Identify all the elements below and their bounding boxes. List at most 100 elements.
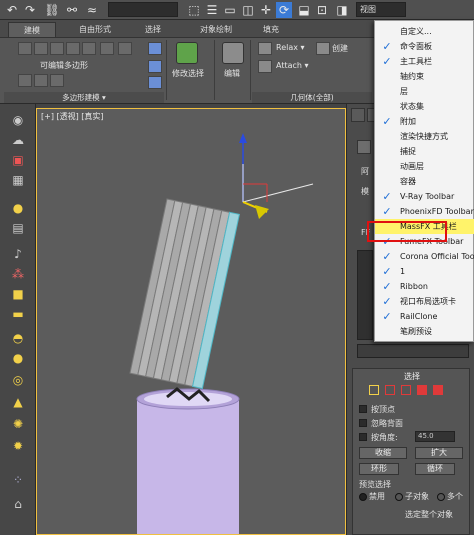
menu-item[interactable]: ✓ 1 xyxy=(375,264,474,279)
menu-item[interactable]: ✓ RailClone xyxy=(375,309,474,324)
select-by-name-icon[interactable]: ☰ xyxy=(204,2,220,18)
show-end-result-button[interactable] xyxy=(118,42,132,55)
create-button[interactable]: 创建 xyxy=(332,43,348,54)
ring-button[interactable]: 环形 xyxy=(359,463,399,475)
edge-mode-button[interactable] xyxy=(34,42,48,55)
by-vertex-checkbox[interactable] xyxy=(359,405,367,413)
select-move-icon[interactable]: ✛ xyxy=(258,2,274,18)
menu-item[interactable]: ✓ 附加 xyxy=(375,114,474,129)
menu-item[interactable]: 笔刷预设 xyxy=(375,324,474,339)
cloud-icon[interactable]: ☁ xyxy=(10,132,26,148)
particles-icon[interactable]: ⁂ xyxy=(10,266,26,282)
loop-button[interactable]: 循环 xyxy=(415,463,455,475)
selection-filter-dropdown[interactable] xyxy=(108,2,178,17)
collapse-stack-button[interactable] xyxy=(18,74,32,87)
menu-item[interactable]: 状态集 xyxy=(375,99,474,114)
edit-label[interactable]: 编辑 xyxy=(224,68,240,79)
border-selection-icon[interactable] xyxy=(401,385,411,395)
disabled-radio[interactable] xyxy=(359,493,367,501)
display-icon[interactable]: ▣ xyxy=(10,152,26,168)
menu-item[interactable]: 渲染快捷方式 xyxy=(375,129,474,144)
tab-freeform[interactable]: 自由形式 xyxy=(70,22,120,37)
menu-item[interactable]: ✓ 视口布局选项卡 xyxy=(375,294,474,309)
menu-item[interactable]: ✓ 命令面板 xyxy=(375,39,474,54)
tab-object-paint[interactable]: 对象绘制 xyxy=(192,22,240,37)
menu-item[interactable]: ✓ Corona Official Toolbar xyxy=(375,249,474,264)
spot-light-icon[interactable]: ✹ xyxy=(10,438,26,454)
perspective-viewport[interactable]: [+] [透视] [真实] xyxy=(36,108,346,535)
tab-selection[interactable]: 选择 xyxy=(134,22,172,37)
tab-populate[interactable]: 填充 xyxy=(256,22,286,37)
light-icon[interactable]: ● xyxy=(10,200,26,216)
rollout-title[interactable]: 选择 xyxy=(353,371,471,382)
polygon-selection-icon[interactable] xyxy=(417,385,427,395)
sphere-color-swatch[interactable] xyxy=(357,140,371,154)
tab-modeling[interactable]: 建模 xyxy=(8,22,56,37)
sphere-icon[interactable]: ● xyxy=(10,350,26,366)
camera-icon[interactable]: ⌂ xyxy=(10,496,26,512)
multiple-radio[interactable] xyxy=(437,493,445,501)
select-object-icon[interactable]: ⬚ xyxy=(186,2,202,18)
audio-icon[interactable]: ♪ xyxy=(10,246,26,262)
relax-button[interactable]: Relax ▾ xyxy=(276,43,305,52)
pin-stack-button[interactable] xyxy=(34,74,48,87)
torus-icon[interactable]: ◎ xyxy=(10,372,26,388)
grid-icon[interactable]: ▦ xyxy=(10,172,26,188)
edge-selection-icon[interactable] xyxy=(385,385,395,395)
attach-button[interactable]: Attach ▾ xyxy=(276,61,309,70)
angle-spinner[interactable]: 45.0 xyxy=(415,431,455,442)
box-primitive-icon[interactable]: ■ xyxy=(10,286,26,302)
element-mode-button[interactable] xyxy=(82,42,96,55)
vertex-mode-button[interactable] xyxy=(18,42,32,55)
create-tab[interactable] xyxy=(351,108,365,122)
constraint-button[interactable] xyxy=(148,42,162,55)
ignore-backface-checkbox[interactable] xyxy=(359,419,367,427)
use-nurms-button[interactable] xyxy=(50,74,64,87)
sun-icon[interactable]: ✺ xyxy=(10,416,26,432)
undo-icon[interactable]: ↶ xyxy=(4,2,20,18)
poly-modeling-group-label[interactable]: 多边形建模 ▾ xyxy=(4,92,164,103)
unlink-icon[interactable]: ⚯ xyxy=(64,2,80,18)
menu-item[interactable]: ✓ PhoenixFD Toolbar xyxy=(375,204,474,219)
subobject-radio[interactable] xyxy=(395,493,403,501)
window-crossing-icon[interactable]: ◫ xyxy=(240,2,256,18)
placement-icon[interactable]: ⊡ xyxy=(314,2,330,18)
modify-selection-icon[interactable] xyxy=(176,42,198,64)
snap-icon[interactable]: ◨ xyxy=(334,2,350,18)
grow-button[interactable]: 扩大 xyxy=(415,447,463,459)
menu-item[interactable]: 层 xyxy=(375,84,474,99)
menu-item[interactable]: 动画层 xyxy=(375,159,474,174)
menu-item[interactable]: 自定义... xyxy=(375,24,474,39)
geometry-all-group-label[interactable]: 几何体(全部) xyxy=(252,92,372,103)
rect-select-region-icon[interactable]: ▭ xyxy=(222,2,238,18)
menu-item[interactable]: ✓ Ribbon xyxy=(375,279,474,294)
polygon-mode-button[interactable] xyxy=(66,42,80,55)
attach-icon[interactable] xyxy=(258,60,272,73)
reference-coordinate-dropdown[interactable]: 视图 xyxy=(356,2,406,17)
bind-space-warp-icon[interactable]: ≈ xyxy=(84,2,100,18)
constraint-face-button[interactable] xyxy=(148,76,162,89)
particle-flow-icon[interactable]: ⁘ xyxy=(10,472,26,488)
constraint-edge-button[interactable] xyxy=(148,60,162,73)
border-mode-button[interactable] xyxy=(50,42,64,55)
create-icon[interactable] xyxy=(316,42,330,55)
shrink-button[interactable]: 收缩 xyxy=(359,447,407,459)
menu-item[interactable]: 容器 xyxy=(375,174,474,189)
menu-item[interactable]: 轴约束 xyxy=(375,69,474,84)
select-scale-icon[interactable]: ⬓ xyxy=(296,2,312,18)
modify-stack-up-button[interactable] xyxy=(100,42,114,55)
cube-icon[interactable]: ▤ xyxy=(10,220,26,236)
cone-icon[interactable]: ▲ xyxy=(10,394,26,410)
plane-primitive-icon[interactable]: ▬ xyxy=(10,306,26,322)
vertex-selection-icon[interactable] xyxy=(369,385,379,395)
edit-icon[interactable] xyxy=(222,42,244,64)
menu-item[interactable]: ✓ 主工具栏 xyxy=(375,54,474,69)
link-icon[interactable]: ⛓ xyxy=(44,2,60,18)
modify-selection-label[interactable]: 修改选择 xyxy=(172,68,204,79)
eye-icon[interactable]: ◉ xyxy=(10,112,26,128)
menu-item[interactable]: MassFX 工具栏 xyxy=(375,219,474,234)
select-rotate-icon[interactable]: ⟳ xyxy=(276,2,292,18)
relax-icon[interactable] xyxy=(258,42,272,55)
by-angle-checkbox[interactable] xyxy=(359,433,367,441)
element-selection-icon[interactable] xyxy=(433,385,443,395)
